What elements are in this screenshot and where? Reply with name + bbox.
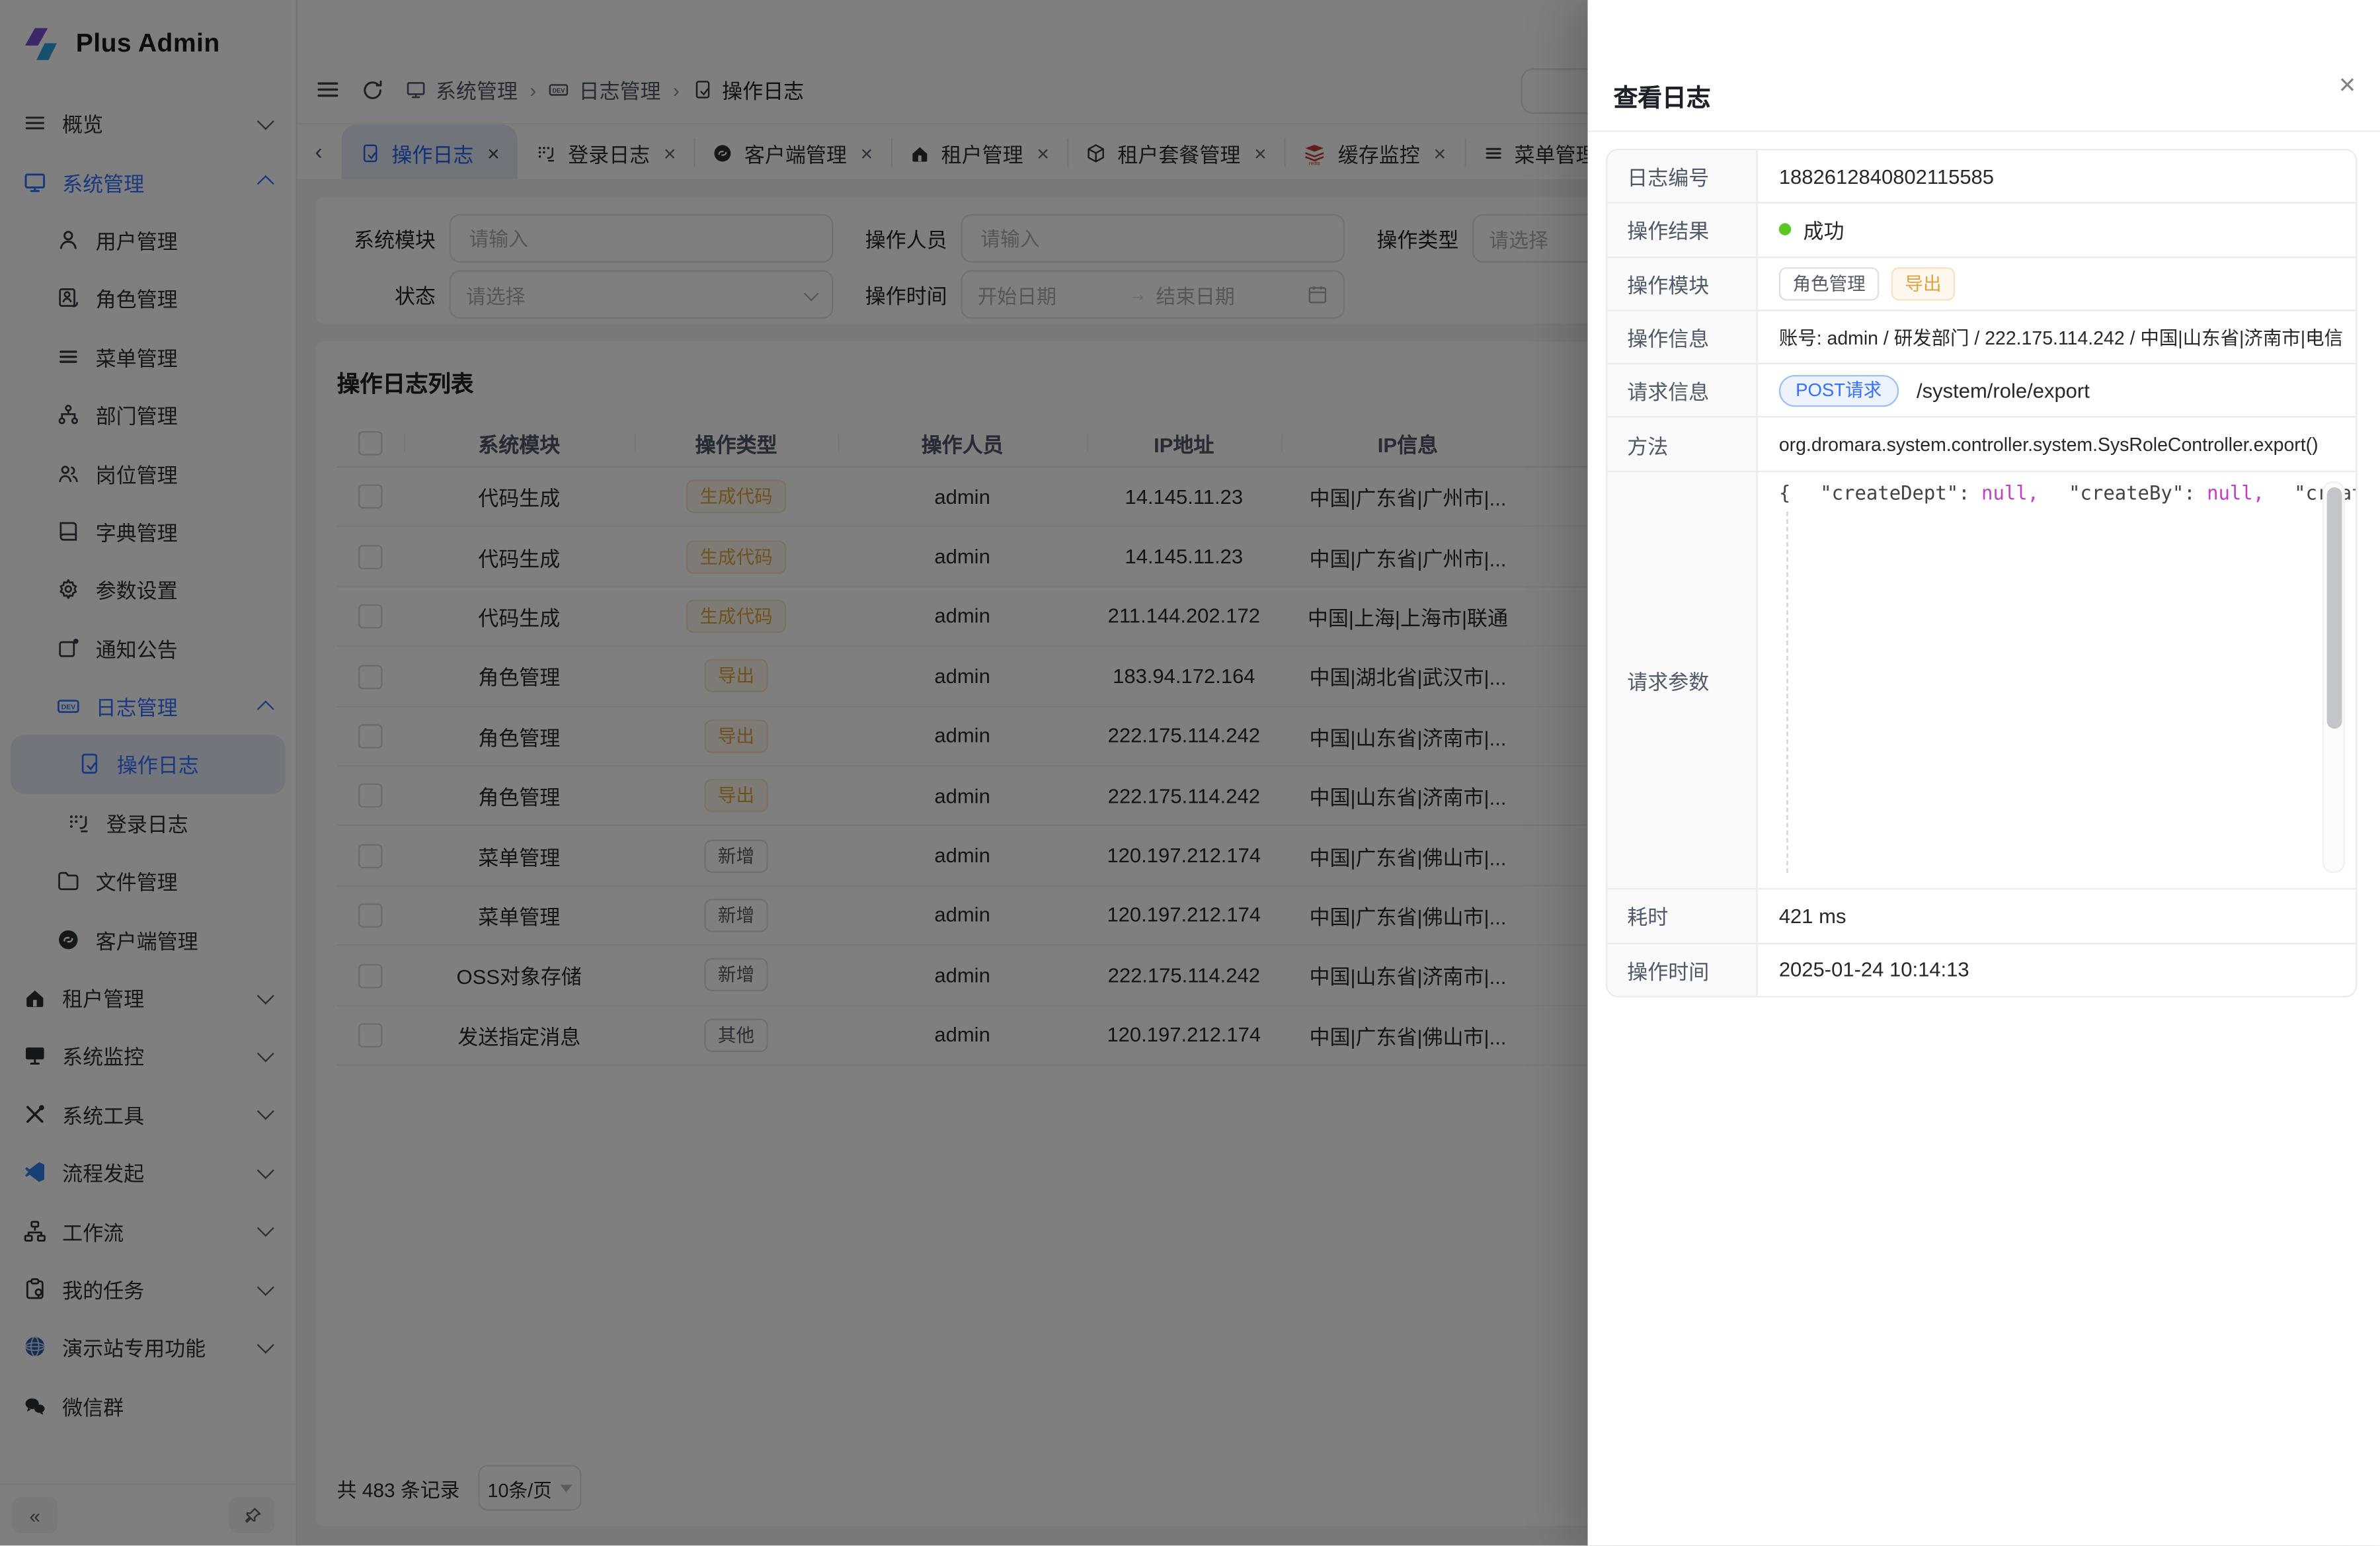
detail-row-time: 操作时间 2025-01-24 10:14:13 (1607, 944, 2356, 996)
detail-row-method: 方法 org.dromara.system.controller.system.… (1607, 418, 2356, 471)
log-id-value: 1882612840802115585 (1758, 150, 2356, 202)
operation-type-badge: 导出 (1891, 266, 1955, 300)
operation-info-value: 账号: admin / 研发部门 / 222.175.114.242 / 中国|… (1758, 311, 2356, 363)
method-value: org.dromara.system.controller.system.Sys… (1758, 418, 2356, 470)
detail-row-info: 操作信息 账号: admin / 研发部门 / 222.175.114.242 … (1607, 311, 2356, 364)
scrollbar-thumb[interactable] (2326, 487, 2341, 728)
detail-row-result: 操作结果 成功 (1607, 204, 2356, 257)
request-path-value: /system/role/export (1917, 380, 2090, 402)
result-value: 成功 (1804, 215, 1844, 245)
json-line: createDept: null, (1802, 481, 2039, 503)
detail-row-module: 操作模块 角色管理 导出 (1607, 257, 2356, 311)
view-log-drawer: 查看日志 × 日志编号 1882612840802115585 操作结果 成功 … (1588, 0, 2380, 1545)
indent-guide (1786, 511, 1788, 874)
detail-row-params: 请求参数 { createDept: null, createBy: null, (1607, 472, 2356, 891)
success-dot-icon (1779, 224, 1791, 236)
operation-time-value: 2025-01-24 10:14:13 (1758, 944, 2356, 996)
json-line: createBy: null, (2051, 481, 2265, 503)
json-lines: createDept: null, createBy: null, create… (1802, 481, 2356, 503)
json-open-brace: { (1779, 481, 1790, 503)
cost-value: 421 ms (1758, 890, 2356, 942)
request-params-code[interactable]: { createDept: null, createBy: null, crea… (1758, 472, 2356, 889)
detail-row-request: 请求信息 POST请求 /system/role/export (1607, 364, 2356, 418)
detail-row-cost: 耗时 421 ms (1607, 890, 2356, 944)
module-badge: 角色管理 (1779, 266, 1880, 300)
log-detail-table: 日志编号 1882612840802115585 操作结果 成功 操作模块 角色… (1606, 149, 2357, 997)
detail-row-log-id: 日志编号 1882612840802115585 (1607, 150, 2356, 204)
app-root: Plus Admin 概览 系统管理 用户管理 角色管理 菜单管理 (0, 0, 2380, 1545)
drawer-title: 查看日志 (1614, 77, 1711, 114)
http-method-badge: POST请求 (1779, 375, 1899, 407)
close-icon[interactable]: × (2339, 71, 2356, 101)
drawer-header: 查看日志 × (1588, 0, 2380, 132)
scrollbar-track[interactable] (2322, 481, 2345, 873)
